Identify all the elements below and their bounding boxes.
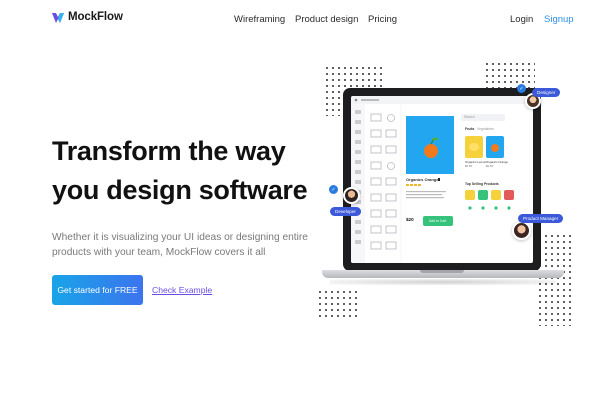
- product-manager-avatar: [512, 221, 531, 240]
- developer-tag: Developer: [330, 207, 361, 216]
- get-started-button[interactable]: Get started for FREE: [52, 275, 143, 305]
- nav-link-pricing[interactable]: Pricing: [368, 14, 397, 25]
- laptop-notch: [420, 270, 464, 273]
- hero-subtext: Whether it is visualizing your UI ideas …: [52, 230, 312, 260]
- mockflow-logo-icon: [52, 11, 64, 23]
- check-icon: ✓: [517, 84, 526, 93]
- app-mockup: Organics Orange $20 Add to Cart Search F…: [351, 96, 533, 263]
- signup-link[interactable]: Signup: [544, 14, 574, 25]
- brand-name: MockFlow: [68, 11, 123, 23]
- laptop-shadow: [330, 279, 556, 285]
- brand-logo[interactable]: MockFlow: [52, 11, 123, 23]
- app-tab-fruits: Fruits: [465, 127, 475, 131]
- subtext-line-1: Whether it is visualizing your UI ideas …: [52, 232, 308, 243]
- developer-avatar: [343, 187, 360, 204]
- hero-headline: Transform the way you design software: [52, 132, 342, 210]
- check-example-link[interactable]: Check Example: [152, 285, 212, 295]
- top-navigation: MockFlow Wireframing Product design Pric…: [0, 0, 600, 40]
- subtext-line-2: products with your team, MockFlow covers…: [52, 247, 266, 258]
- product-manager-tag: Product Manager: [518, 214, 564, 223]
- nav-link-wireframing[interactable]: Wireframing: [234, 14, 285, 25]
- app-top-selling: Top Selling Products: [465, 182, 499, 186]
- app-card1-price: $0.50: [465, 164, 473, 168]
- headline-line-1: Transform the way: [52, 136, 286, 166]
- laptop-screen: Organics Orange $20 Add to Cart Search F…: [343, 88, 541, 271]
- nav-link-product-design[interactable]: Product design: [295, 14, 358, 25]
- check-icon: ✓: [329, 185, 338, 194]
- app-search: Search: [464, 115, 475, 119]
- app-price: $20: [406, 217, 414, 222]
- app-product-title: Organics Orange: [406, 177, 439, 182]
- headline-line-2: you design software: [52, 175, 308, 205]
- login-link[interactable]: Login: [510, 14, 533, 25]
- app-add-to-cart: Add to Cart: [429, 219, 447, 223]
- app-tab-vegetables: Vegetables: [477, 127, 494, 131]
- designer-tag: Designer: [532, 88, 561, 97]
- app-card2-price: $0.50: [486, 164, 494, 168]
- dot-pattern: [318, 290, 358, 320]
- app-mockup-graphic: [351, 96, 533, 263]
